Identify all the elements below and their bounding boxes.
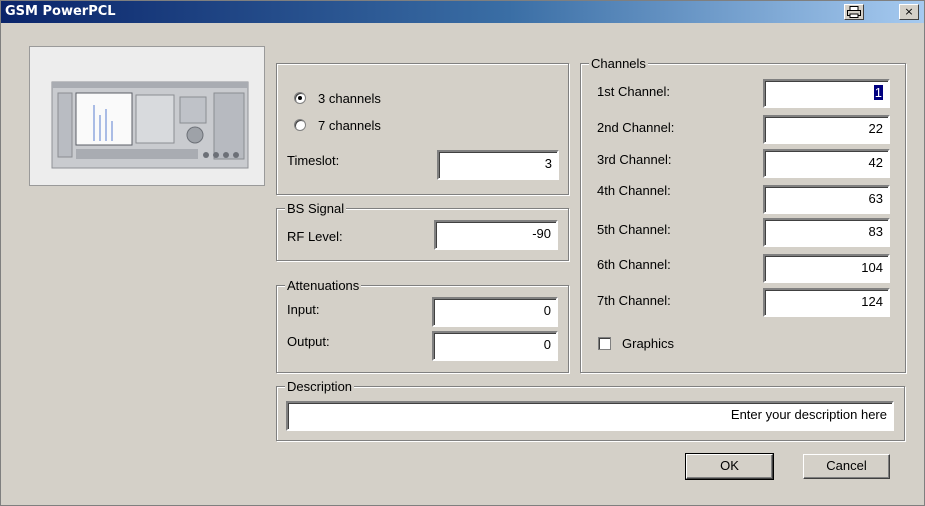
- graphics-label: Graphics: [622, 336, 675, 351]
- input-attenuation-field[interactable]: 0: [432, 297, 558, 327]
- channel-2-label: 2nd Channel:: [597, 120, 675, 135]
- title-bar[interactable]: GSM PowerPCL ×: [1, 1, 924, 23]
- channel-6-label: 6th Channel:: [597, 257, 671, 272]
- instrument-image: [29, 46, 265, 186]
- channel-1-label: 1st Channel:: [597, 84, 670, 99]
- output-attenuation-label: Output:: [287, 334, 330, 349]
- description-input[interactable]: Enter your description here: [286, 401, 894, 431]
- attenuations-legend: Attenuations: [285, 278, 362, 293]
- channel-1-input[interactable]: 1: [763, 79, 890, 108]
- channel-5-input[interactable]: 83: [763, 218, 890, 247]
- rf-level-input[interactable]: -90: [434, 220, 558, 250]
- timeslot-input[interactable]: 3: [437, 150, 559, 180]
- radio-7-channels-label: 7 channels: [318, 118, 381, 133]
- print-button[interactable]: [844, 4, 864, 20]
- mode-group: 3 channels 7 channels Timeslot: 3: [276, 63, 569, 195]
- attenuations-group: Attenuations Input: 0 Output: 0: [276, 278, 569, 373]
- bs-signal-legend: BS Signal: [285, 201, 347, 216]
- channel-7-input[interactable]: 124: [763, 288, 890, 317]
- channel-3-label: 3rd Channel:: [597, 152, 672, 167]
- description-group: Description Enter your description here: [276, 379, 905, 441]
- cancel-button[interactable]: Cancel: [803, 454, 890, 479]
- channel-4-label: 4th Channel:: [597, 183, 671, 198]
- window-title: GSM PowerPCL: [5, 4, 116, 19]
- radio-7-channels[interactable]: [294, 119, 306, 131]
- channels-legend: Channels: [589, 56, 648, 71]
- radio-3-channels-label: 3 channels: [318, 91, 381, 106]
- channel-4-input[interactable]: 63: [763, 185, 890, 214]
- description-legend: Description: [285, 379, 355, 394]
- printer-icon: [847, 6, 861, 18]
- channel-7-label: 7th Channel:: [597, 293, 671, 308]
- close-button[interactable]: ×: [899, 4, 919, 20]
- output-attenuation-field[interactable]: 0: [432, 331, 558, 361]
- ok-button[interactable]: OK: [685, 453, 774, 480]
- channel-3-input[interactable]: 42: [763, 149, 890, 178]
- channel-5-label: 5th Channel:: [597, 222, 671, 237]
- channels-group: Channels 1st Channel: 1 2nd Channel: 22 …: [580, 56, 906, 373]
- channel-6-input[interactable]: 104: [763, 254, 890, 283]
- rf-level-label: RF Level:: [287, 229, 343, 244]
- input-attenuation-label: Input:: [287, 302, 320, 317]
- radio-3-channels[interactable]: [294, 92, 306, 104]
- close-icon: ×: [904, 5, 914, 18]
- graphics-checkbox[interactable]: [598, 337, 611, 350]
- timeslot-label: Timeslot:: [287, 153, 340, 168]
- bs-signal-group: BS Signal RF Level: -90: [276, 201, 569, 261]
- channel-1-value: 1: [873, 85, 883, 100]
- dialog-window: GSM PowerPCL × 3 channels 7 channels Tim…: [0, 0, 925, 506]
- channel-2-input[interactable]: 22: [763, 115, 890, 144]
